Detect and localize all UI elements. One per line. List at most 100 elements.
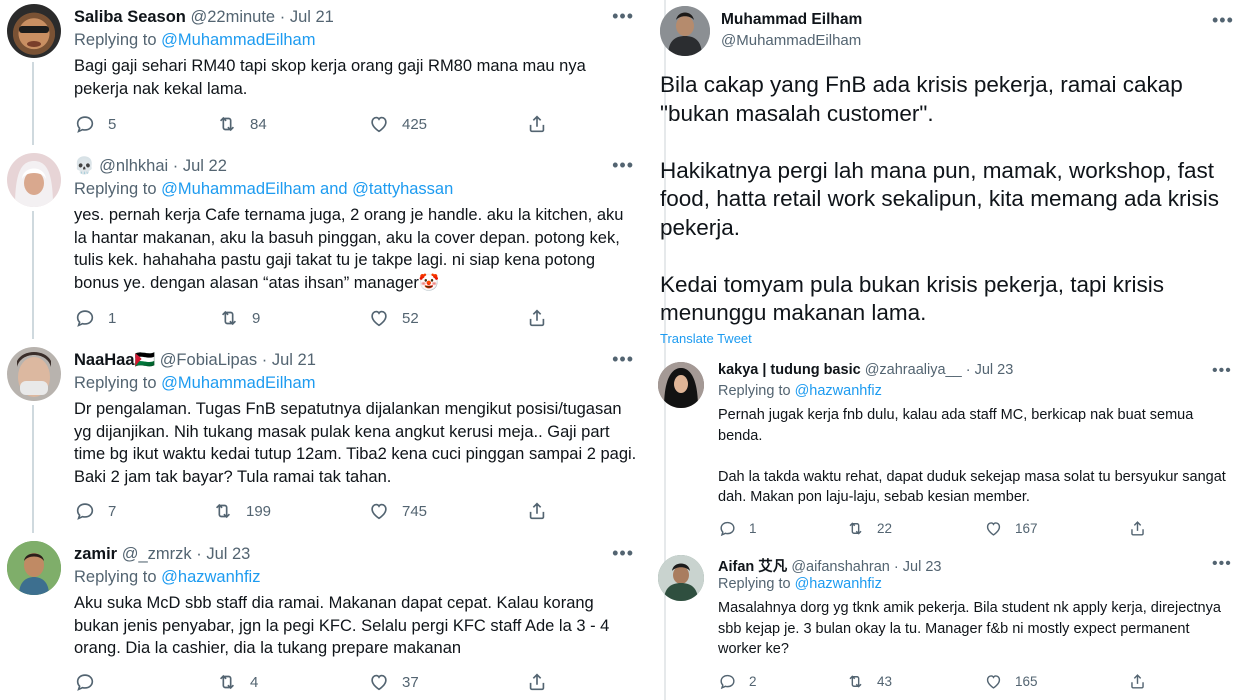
separator-dot: ·	[279, 8, 286, 26]
user-handle[interactable]: @nlhkhai	[99, 157, 168, 175]
user-name[interactable]: Saliba Season	[74, 8, 186, 26]
share-button[interactable]	[526, 671, 548, 693]
more-icon[interactable]: •••	[612, 155, 634, 176]
like-button[interactable]: 167	[984, 519, 1038, 538]
translate-tweet-link[interactable]: Translate Tweet	[660, 331, 752, 346]
replying-to-prefix: Replying to	[74, 568, 157, 586]
retweet-icon	[846, 519, 865, 538]
retweet-button[interactable]: 43	[846, 672, 892, 691]
more-icon[interactable]: •••	[1212, 555, 1232, 573]
avatar[interactable]	[660, 6, 710, 56]
replying-to-prefix: Replying to	[74, 374, 157, 392]
replying-to: Replying to @hazwanhfiz	[718, 576, 882, 592]
reply-button[interactable]: 1	[718, 519, 757, 538]
user-handle[interactable]: @_zmrzk	[122, 545, 192, 563]
replying-to-prefix: Replying to	[718, 576, 791, 592]
like-count: 167	[1015, 521, 1038, 536]
like-button[interactable]: 425	[368, 113, 427, 135]
separator-dot: ·	[261, 351, 268, 369]
heart-icon	[368, 500, 390, 522]
retweet-count: 84	[250, 115, 267, 133]
reply-count: 2	[749, 674, 757, 689]
avatar[interactable]	[7, 153, 61, 207]
share-button[interactable]	[1128, 672, 1147, 691]
reply-tweet[interactable]: 💀 @nlhkhai · Jul 22 ••• Replying to @Muh…	[0, 149, 648, 339]
tweet-date[interactable]: Jul 23	[206, 545, 250, 563]
replying-to-link[interactable]: @hazwanhfiz	[795, 576, 882, 592]
avatar[interactable]	[7, 347, 61, 401]
tweet-text: Dr pengalaman. Tugas FnB sepatutnya dija…	[74, 400, 637, 486]
heart-icon	[368, 671, 390, 693]
reply-button[interactable]: 1	[74, 307, 116, 329]
replying-to-link[interactable]: @hazwanhfiz	[795, 383, 882, 399]
share-icon	[1128, 672, 1147, 691]
replying-to-link[interactable]: @MuhammadEilham	[161, 31, 315, 49]
reply-count: 1	[108, 309, 117, 327]
more-icon[interactable]: •••	[1212, 10, 1234, 31]
retweet-count: 199	[246, 502, 272, 520]
reply-tweet[interactable]: Aifan 艾凡 @aifanshahran · Jul 23 ••• Repl…	[656, 555, 1244, 700]
like-button[interactable]: 745	[368, 500, 427, 522]
replying-to-link[interactable]: @MuhammadEilham and @tattyhassan	[161, 180, 453, 198]
replying-to-link[interactable]: @hazwanhfiz	[161, 568, 260, 586]
share-button[interactable]	[526, 113, 548, 135]
user-name[interactable]: NaaHaa	[74, 351, 135, 369]
reply-icon	[74, 671, 96, 693]
retweet-button[interactable]: 9	[218, 307, 260, 329]
reply-icon	[718, 519, 737, 538]
like-count: 37	[402, 673, 419, 691]
user-handle[interactable]: @22minute	[190, 8, 275, 26]
retweet-button[interactable]: 4	[216, 671, 258, 693]
replying-to-link[interactable]: @MuhammadEilham	[161, 374, 315, 392]
like-button[interactable]: 165	[984, 672, 1038, 691]
reply-tweet[interactable]: kakya | tudung basic @zahraaliya__ · Jul…	[656, 362, 1244, 542]
retweet-button[interactable]: 22	[846, 519, 892, 538]
tweet-date[interactable]: Jul 22	[183, 157, 227, 175]
user-name[interactable]: Aifan 艾凡	[718, 559, 787, 575]
retweet-icon	[218, 307, 240, 329]
reply-button[interactable]: 2	[718, 672, 757, 691]
user-name-emoji[interactable]: 💀	[74, 157, 95, 175]
retweet-button[interactable]: 199	[212, 500, 271, 522]
separator-dot: ·	[196, 545, 202, 563]
like-button[interactable]: 37	[368, 671, 419, 693]
tweet-date[interactable]: Jul 21	[272, 351, 316, 369]
reply-button[interactable]: 5	[74, 113, 116, 135]
share-button[interactable]	[1128, 519, 1147, 538]
tweet-date[interactable]: Jul 21	[290, 8, 334, 26]
retweet-icon	[216, 671, 238, 693]
like-count: 52	[402, 309, 419, 327]
user-handle[interactable]: @FobiaLipas	[160, 351, 257, 369]
reply-button[interactable]	[74, 671, 108, 693]
user-handle[interactable]: @aifanshahran	[791, 559, 890, 575]
avatar[interactable]	[658, 362, 704, 408]
more-icon[interactable]: •••	[612, 349, 634, 370]
user-name[interactable]: kakya | tudung basic	[718, 362, 861, 378]
retweet-count: 22	[877, 521, 893, 536]
user-name[interactable]: zamir	[74, 545, 117, 563]
avatar[interactable]	[658, 555, 704, 601]
main-user-handle[interactable]: @MuhammadEilham	[721, 32, 861, 49]
main-user-name[interactable]: Muhammad Eilham	[721, 11, 862, 29]
tweet-header: NaaHaa🇵🇸 @FobiaLipas · Jul 21	[74, 349, 316, 371]
reply-count: 7	[108, 502, 117, 520]
reply-button[interactable]: 7	[74, 500, 116, 522]
share-button[interactable]	[526, 500, 548, 522]
reply-tweet[interactable]: zamir @_zmrzk · Jul 23 ••• Replying to @…	[0, 537, 648, 700]
retweet-button[interactable]: 84	[216, 113, 267, 135]
tweet-date[interactable]: Jul 23	[903, 559, 942, 575]
more-icon[interactable]: •••	[1212, 362, 1232, 380]
avatar[interactable]	[7, 541, 61, 595]
reply-tweet[interactable]: NaaHaa🇵🇸 @FobiaLipas · Jul 21 ••• Replyi…	[0, 343, 648, 533]
user-handle[interactable]: @zahraaliya__	[865, 362, 962, 378]
more-icon[interactable]: •••	[612, 543, 634, 564]
like-button[interactable]: 52	[368, 307, 419, 329]
share-button[interactable]	[526, 307, 548, 329]
main-tweet-paragraph: Kedai tomyam pula bukan krisis pekerja, …	[660, 271, 1164, 326]
tweet-date[interactable]: Jul 23	[975, 362, 1014, 378]
avatar[interactable]	[7, 4, 61, 58]
reply-tweet[interactable]: Saliba Season @22minute · Jul 21 ••• Rep…	[0, 0, 648, 145]
thread-line	[32, 211, 34, 339]
separator-dot: ·	[893, 559, 899, 575]
more-icon[interactable]: •••	[612, 6, 634, 27]
